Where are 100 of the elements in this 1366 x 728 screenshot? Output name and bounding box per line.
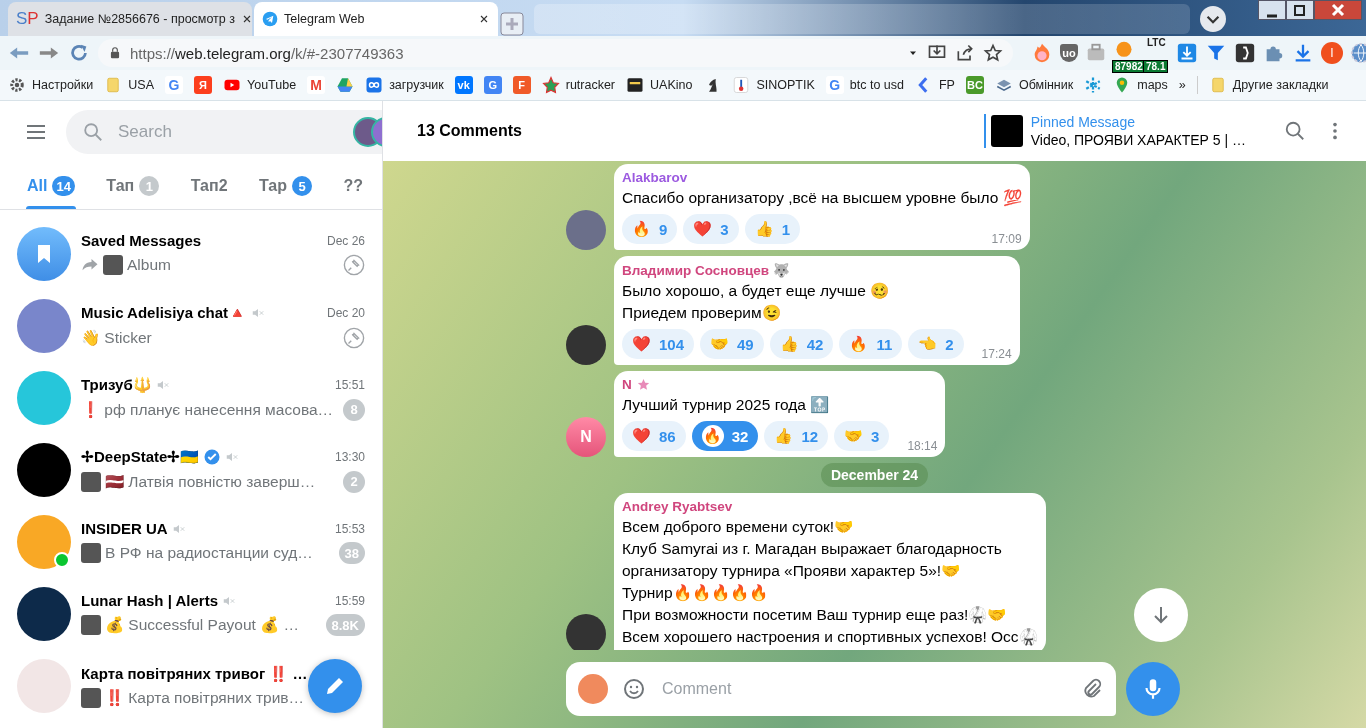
author-name: Alakbarov <box>622 170 688 185</box>
search-bar[interactable]: Search <box>66 110 382 154</box>
composer-bar[interactable]: Comment <box>566 662 1116 716</box>
chat-time: Dec 26 <box>326 233 365 248</box>
reaction-button[interactable]: 🔥 32 <box>691 421 759 451</box>
chat-time: Dec 20 <box>326 305 365 320</box>
chat-list-item[interactable]: ✢DeepState✢🇺🇦 13:30 🇱🇻 Латвія повністю заверш… 2 <box>8 434 374 506</box>
triangle-logo-icon[interactable] <box>336 76 355 94</box>
close-icon[interactable] <box>478 13 490 25</box>
folder-tab[interactable]: Тап2 <box>181 163 237 209</box>
translate-icon[interactable]: G <box>483 76 502 94</box>
bracket-icon[interactable] <box>1234 42 1256 64</box>
reaction-button[interactable]: 👍 42 <box>769 329 834 359</box>
bookmark[interactable]: FP <box>915 76 955 94</box>
asterisk-icon[interactable] <box>1084 76 1103 94</box>
letter-logo-icon[interactable]: BC <box>965 76 984 94</box>
video-thumbnail <box>990 115 1023 147</box>
avatar-photo <box>17 443 71 497</box>
reaction-button[interactable]: ❤ 104 <box>622 329 695 359</box>
bookmark[interactable]: Обмінник <box>994 76 1074 94</box>
folder-tab[interactable]: Тар 5 <box>249 163 321 209</box>
bookmark[interactable]: YouTube <box>223 76 297 94</box>
search-icon[interactable] <box>1284 120 1306 142</box>
scroll-down-button[interactable] <box>1134 588 1188 642</box>
letter-logo-icon[interactable]: Я <box>194 76 212 94</box>
reaction-button[interactable]: 👍 12 <box>764 421 829 451</box>
search-input[interactable]: Search <box>116 121 341 143</box>
microphone-button[interactable] <box>1126 662 1180 716</box>
bookmark[interactable]: G btc to usd <box>825 76 904 94</box>
message-time: 18:14 <box>907 439 938 453</box>
close-icon[interactable] <box>241 13 252 25</box>
chat-name: Music Adelisiya chat🔺 <box>81 303 247 322</box>
compose-button[interactable] <box>308 659 362 713</box>
message-time: 17:09 <box>991 232 1022 246</box>
profile-avatar[interactable]: I <box>1321 42 1343 64</box>
bookmark[interactable]: SINOPTIK <box>732 76 815 94</box>
reload-icon[interactable] <box>68 42 90 64</box>
chat-name: INSIDER UA <box>81 520 168 537</box>
dropdown-icon[interactable] <box>1200 6 1226 32</box>
letter-logo-icon[interactable]: F <box>512 76 531 94</box>
vk-logo-icon[interactable]: vk <box>454 76 473 94</box>
unread-count: 1 <box>139 176 160 196</box>
message-preview: ‼ Карта повітряних трив… <box>105 688 305 707</box>
search-icon <box>82 121 104 143</box>
message-preview: 💰 Successful Payout 💰 … <box>105 616 299 634</box>
message-text: Спасибо организатору ,всё на высшем уровне было 💯 <box>622 188 1022 208</box>
bookmark[interactable]: Другие закладки <box>1208 76 1329 94</box>
date-separator: December 24 <box>820 463 929 487</box>
globe-icon[interactable] <box>1350 42 1366 64</box>
folder-tab[interactable]: ?? <box>334 163 372 209</box>
chat-list-item[interactable]: Music Adelisiya chat🔺 Dec 20 👋 Sticker <box>8 290 374 362</box>
ltc-label: LTC <box>1147 37 1166 48</box>
reaction-button[interactable]: 🔥 11 <box>839 329 903 359</box>
pinned-message-bar[interactable]: Pinned Message Video, ПРОЯВИ ХАРАКТЕР 5 | … <box>983 114 1246 148</box>
star-icon[interactable] <box>983 43 1003 63</box>
share-icon[interactable] <box>955 43 975 63</box>
reaction-button[interactable]: 👈 2 <box>908 329 964 359</box>
chat-time: 15:51 <box>334 377 365 392</box>
mail-logo-icon[interactable]: M <box>307 76 326 94</box>
author-name: N <box>622 377 632 392</box>
star-cluster-icon <box>541 76 560 94</box>
reaction-button[interactable]: 🔥 9 <box>622 214 678 244</box>
emoji-icon[interactable] <box>622 677 646 701</box>
more-bookmarks-button[interactable]: » <box>1178 78 1186 92</box>
chat-time: 15:53 <box>334 521 365 536</box>
chat-list-item[interactable]: Карта повітряних тривог ‼ … ‼ Карта повітряних трив… <box>8 650 374 722</box>
sender-avatar[interactable] <box>578 674 608 704</box>
chat-list-item[interactable]: INSIDER UA 15:53 В РФ на радиостанции суд… 38 <box>8 506 374 578</box>
avatar-photo <box>17 299 71 353</box>
bookmark[interactable]: UAKino <box>626 76 693 94</box>
download-icon[interactable] <box>1176 42 1198 64</box>
reaction-button[interactable]: 🤝 3 <box>834 421 890 451</box>
chat-list-item[interactable]: Тризуб🔱 15:51 ❗ рф планує нанесення масова… 8 <box>8 362 374 434</box>
message-text: Лучший турнир 2025 года 🔝 <box>622 395 831 415</box>
bookmark[interactable]: maps <box>1113 76 1168 94</box>
bookmark[interactable]: Настройки <box>8 76 94 94</box>
folder-tab[interactable]: All 14 <box>18 163 84 209</box>
minimize-icon[interactable] <box>1258 0 1286 20</box>
bookmark[interactable]: загрузчик <box>365 76 444 94</box>
folder-tab[interactable]: Тап 1 <box>97 163 169 209</box>
chat-list-item[interactable]: Lunar Hash | Alerts 15:59 💰 Successful Payout 💰 … 8.8K <box>8 578 374 650</box>
bookmark[interactable]: rutracker <box>541 76 616 94</box>
chat-time: 13:30 <box>334 449 365 464</box>
bookmark[interactable]: USA <box>104 76 154 94</box>
chat-name: Saved Messages <box>81 232 202 249</box>
message-preview: ❗ рф планує нанесення масова… <box>81 400 334 419</box>
address-bar[interactable]: https://web.telegram.org/k/#-2307749363 <box>98 39 1013 67</box>
close-icon[interactable] <box>1314 0 1362 20</box>
restore-icon[interactable] <box>1286 0 1314 20</box>
g-logo-icon[interactable]: G <box>165 76 183 94</box>
browser-tab[interactable]: SP Задание №2856676 - просмотр з <box>8 2 252 36</box>
unread-count: 5 <box>292 176 312 196</box>
chat-list-item[interactable]: Saved Messages Dec 26 Album <box>8 218 374 290</box>
reaction-button[interactable]: ❤ 86 <box>622 421 686 451</box>
browser-tab[interactable]: Telegram Web <box>254 2 498 36</box>
loop-icon <box>365 76 384 94</box>
reaction-button[interactable]: 🤝 49 <box>700 329 764 359</box>
ublock-shield-icon[interactable]: uo <box>1060 44 1078 62</box>
reaction-button[interactable]: ❤ 3 <box>683 214 739 244</box>
reaction-button[interactable]: 👍 1 <box>744 214 801 244</box>
